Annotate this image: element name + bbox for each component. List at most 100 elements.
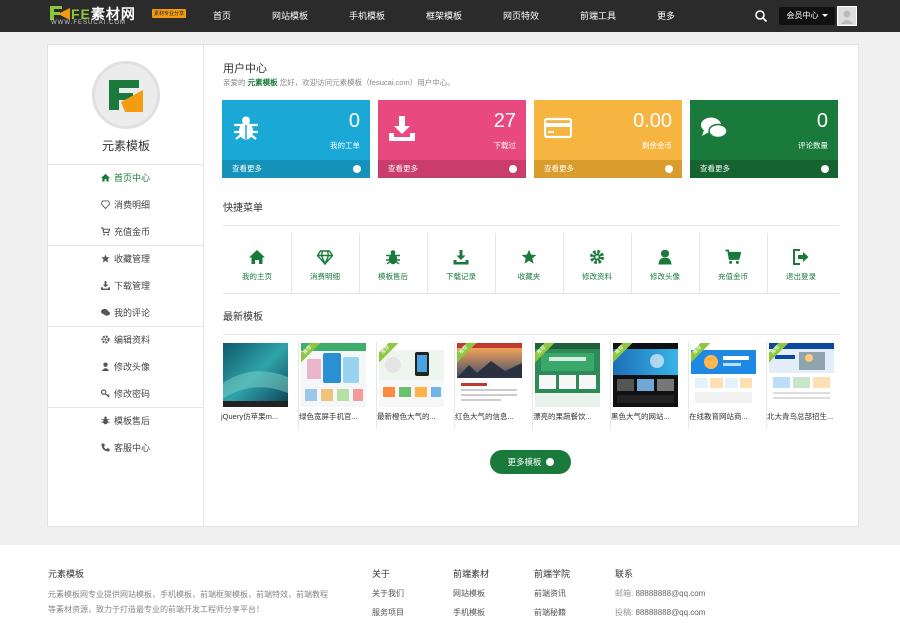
stat-view-more-link[interactable]: 查看更多: [690, 160, 838, 178]
sidebar-item-recharge[interactable]: 充值金币: [48, 219, 203, 245]
sidebar: 元素模板 首页中心 消费明细 充值金币 收藏管理 下载管理 我的评论 编辑资料 …: [48, 45, 204, 526]
user-avatar-icon: [841, 10, 853, 24]
template-name: jQuery仿苹果m...: [221, 412, 279, 421]
template-thumbnail: [223, 343, 288, 407]
quick-item-download-history[interactable]: 下载记录: [427, 233, 495, 293]
stat-label: 评论数量: [798, 141, 828, 150]
template-card[interactable]: 推荐 漂亮的果蔬餐饮...: [533, 341, 603, 429]
sidebar-item-consumption[interactable]: 消费明细: [48, 192, 203, 218]
diamond-icon: [317, 250, 333, 265]
quick-item-recharge[interactable]: 充值金币: [699, 233, 767, 293]
footer-link[interactable]: 前端秘籍: [534, 607, 566, 618]
footer-link[interactable]: 服务项目: [372, 607, 404, 618]
avatar[interactable]: [837, 6, 857, 26]
section-divider: [223, 225, 839, 226]
stat-value: 0: [816, 110, 828, 132]
nav-web-effects[interactable]: 网页特效: [503, 0, 539, 32]
user-icon: [101, 362, 110, 371]
sidebar-item-favorites[interactable]: 收藏管理: [48, 246, 203, 272]
stat-view-more-link[interactable]: 查看更多: [378, 160, 526, 178]
quick-item-logout[interactable]: 退出登录: [767, 233, 835, 293]
bug-icon: [101, 416, 110, 425]
footer-link[interactable]: 手机模板: [453, 607, 485, 618]
site-logo[interactable]: FE素材网 素材专业分享 WWW.FESUCAI.COM: [49, 5, 187, 27]
member-center-dropdown[interactable]: 会员中心: [779, 7, 835, 25]
template-card[interactable]: jQuery仿苹果m...: [221, 341, 291, 429]
nav-framework-templates[interactable]: 框架模板: [426, 0, 462, 32]
template-name: 最新橙色大气的...: [377, 412, 436, 421]
quick-item-change-avatar[interactable]: 修改头像: [631, 233, 699, 293]
sidebar-item-customer-service[interactable]: 客服中心: [48, 435, 203, 461]
footer-link[interactable]: 网站模板: [453, 588, 485, 599]
stat-view-more-link[interactable]: 查看更多: [534, 160, 682, 178]
diamond-icon: [100, 200, 110, 209]
arrow-circle-right-icon: [545, 458, 554, 466]
phone-icon: [101, 443, 110, 452]
download-icon: [100, 281, 110, 290]
recommend-ribbon: 推荐: [613, 343, 635, 365]
footer-contact-title: 联系: [615, 569, 634, 579]
template-card[interactable]: 推荐 最新橙色大气的...: [377, 341, 447, 429]
nav-website-templates[interactable]: 网站模板: [272, 0, 308, 32]
template-card[interactable]: 推荐 在线教育网站商...: [689, 341, 759, 429]
sidebar-item-downloads[interactable]: 下载管理: [48, 273, 203, 299]
sidebar-item-comments[interactable]: 我的评论: [48, 300, 203, 326]
nav-more[interactable]: 更多: [657, 0, 675, 32]
recommend-ribbon: 推荐: [769, 343, 791, 365]
footer-col-title: 前端素材: [453, 569, 490, 579]
quick-item-favorites[interactable]: 收藏夹: [495, 233, 563, 293]
profile-avatar[interactable]: [92, 61, 160, 129]
template-name: 在线教育网站商...: [689, 412, 748, 421]
quick-item-my-home[interactable]: 我的主页: [223, 233, 291, 293]
stat-card-coins: 0.00 剩余金币 查看更多: [534, 100, 682, 178]
template-name: 北大青鸟总部招生...: [767, 412, 834, 421]
quick-item-after-sales[interactable]: 模板售后: [359, 233, 427, 293]
arrow-circle-right-icon: [821, 165, 829, 173]
logo-badge: 素材专业分享: [152, 9, 187, 18]
footer-link[interactable]: 前端资讯: [534, 588, 566, 599]
recommend-ribbon: 推荐: [535, 343, 557, 365]
recommend-ribbon: 推荐: [379, 343, 401, 365]
template-name: 红色大气的信息...: [455, 412, 514, 421]
sidebar-item-edit-profile[interactable]: 编辑资料: [48, 327, 203, 353]
stat-card-comments: 0 评论数量 查看更多: [690, 100, 838, 178]
quick-menu-title: 快捷菜单: [223, 203, 263, 214]
sidebar-item-change-password[interactable]: 修改密码: [48, 381, 203, 407]
footer-about-title: 元素模板: [48, 569, 85, 579]
sidebar-item-home[interactable]: 首页中心: [48, 165, 203, 191]
page-title: 用户中心: [223, 63, 267, 75]
nav-mobile-templates[interactable]: 手机模板: [349, 0, 385, 32]
template-name: 绿色宽屏手机官...: [299, 412, 358, 421]
more-templates-button[interactable]: 更多模板: [490, 450, 571, 474]
template-name: 黑色大气的网站...: [611, 412, 670, 421]
download-icon: [389, 116, 415, 141]
search-icon[interactable]: [754, 9, 768, 23]
footer-about-desc: 元素模板网专业提供网站模板，手机模板，前端框架模板，前端特效，前端教程等素材资源…: [48, 590, 328, 614]
sidebar-item-after-sales[interactable]: 模板售后: [48, 408, 203, 434]
template-card[interactable]: 推荐 绿色宽屏手机官...: [299, 341, 369, 429]
home-icon: [249, 250, 265, 264]
template-card[interactable]: 推荐 北大青鸟总部招生...: [767, 341, 837, 429]
quick-item-consumption[interactable]: 消费明细: [291, 233, 359, 293]
template-card[interactable]: 推荐 红色大气的信息...: [455, 341, 525, 429]
comments-icon: [701, 117, 728, 139]
recommend-ribbon: 推荐: [691, 343, 713, 365]
caret-down-icon: [821, 14, 828, 18]
stat-value: 27: [493, 110, 516, 132]
key-icon: [100, 389, 110, 398]
template-card[interactable]: 推荐 黑色大气的网站...: [611, 341, 681, 429]
stat-card-downloads: 27 下载过 查看更多: [378, 100, 526, 178]
stat-label: 我的工单: [330, 141, 360, 150]
quick-item-edit-profile[interactable]: 修改资料: [563, 233, 631, 293]
footer-contact-submit: 投稿: 88888888@qq.com: [615, 608, 706, 617]
nav-frontend-tools[interactable]: 前端工具: [580, 0, 616, 32]
footer-link[interactable]: 关于我们: [372, 588, 404, 599]
logout-icon: [793, 249, 809, 265]
stat-view-more-link[interactable]: 查看更多: [222, 160, 370, 178]
star-icon: [521, 249, 537, 264]
sidebar-item-change-avatar[interactable]: 修改头像: [48, 354, 203, 380]
nav-home[interactable]: 首页: [213, 0, 231, 32]
template-name: 漂亮的果蔬餐饮...: [533, 412, 592, 421]
star-icon: [101, 254, 110, 263]
cart-icon: [100, 227, 110, 236]
